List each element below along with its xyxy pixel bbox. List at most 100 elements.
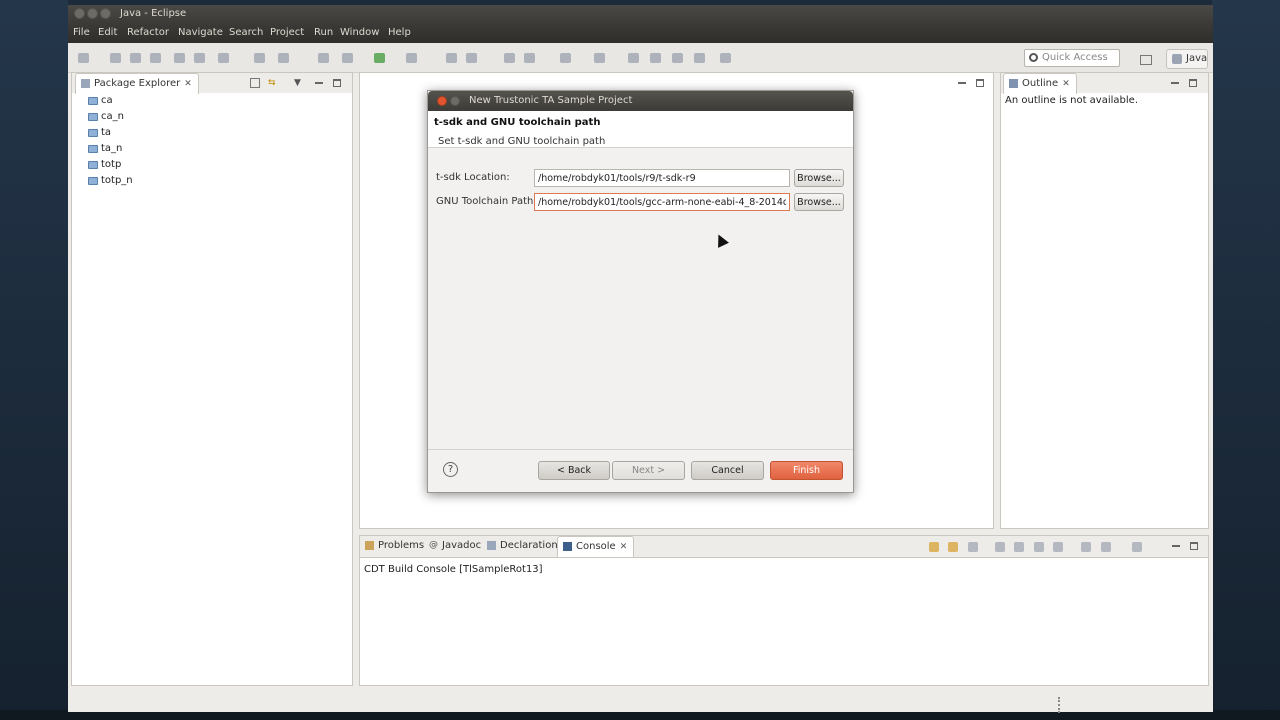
tree-item-ta[interactable]: ta (88, 127, 133, 143)
help-icon[interactable]: ? (443, 462, 458, 477)
close-tab-icon[interactable]: ✕ (184, 79, 192, 89)
menu-help[interactable]: Help (388, 27, 411, 38)
menu-search[interactable]: Search (229, 27, 263, 38)
outline-message: An outline is not available. (1005, 95, 1138, 106)
refresh-icon[interactable] (278, 53, 289, 63)
maximize-window-button[interactable] (100, 8, 111, 19)
quick-access-field[interactable]: Quick Access (1024, 49, 1120, 67)
tab-javadoc[interactable]: @ Javadoc (424, 536, 487, 557)
tab-outline[interactable]: Outline ✕ (1003, 73, 1077, 94)
back-button[interactable]: < Back (538, 461, 610, 480)
project-label: totp_n (101, 175, 133, 186)
save-all-icon[interactable] (130, 53, 141, 63)
last-edit-icon[interactable] (672, 53, 683, 63)
display-selected-icon[interactable] (1053, 542, 1063, 552)
open-console-icon[interactable] (1081, 542, 1091, 552)
menu-project[interactable]: Project (270, 27, 304, 38)
java-perspective-button[interactable]: Java (1166, 49, 1208, 69)
print-icon[interactable] (150, 53, 161, 63)
project-label: ca (101, 95, 113, 106)
close-tab-icon[interactable]: ✕ (1062, 79, 1070, 89)
cancel-button[interactable]: Cancel (691, 461, 764, 480)
open-task-icon[interactable] (466, 53, 477, 63)
minimize-window-button[interactable] (87, 8, 98, 19)
open-perspective-icon[interactable] (1140, 55, 1152, 65)
collapse-all-icon[interactable] (250, 78, 260, 88)
dialog-close-button[interactable] (437, 96, 447, 106)
menu-file[interactable]: File (73, 27, 90, 38)
menu-navigate[interactable]: Navigate (178, 27, 223, 38)
tab-declaration[interactable]: Declaration (482, 536, 564, 557)
menu-edit[interactable]: Edit (98, 27, 117, 38)
project-folder-icon (88, 97, 98, 105)
console-icon (563, 542, 572, 551)
package-explorer-header: Package Explorer ✕ ⇆ ▼ (72, 73, 352, 94)
minimize-icon[interactable] (1171, 81, 1179, 84)
quick-access-placeholder: Quick Access (1042, 52, 1108, 63)
view-menu-icon[interactable]: ▼ (294, 78, 301, 88)
tsdk-location-input[interactable] (534, 169, 790, 187)
menu-refactor[interactable]: Refactor (127, 27, 169, 38)
build-icon[interactable] (174, 53, 185, 63)
window-titlebar: Java - Eclipse (68, 5, 1213, 23)
menu-window[interactable]: Window (340, 27, 379, 38)
tree-item-ca-n[interactable]: ca_n (88, 111, 133, 127)
search-icon[interactable] (318, 53, 329, 63)
debug-icon[interactable] (342, 53, 353, 63)
new-console-icon[interactable] (1101, 542, 1111, 552)
gnu-toolchain-input[interactable] (534, 193, 790, 211)
next-annotation-icon[interactable] (594, 53, 605, 63)
next-button[interactable]: Next > (612, 461, 685, 480)
maximize-icon[interactable] (1189, 78, 1197, 87)
tab-package-explorer[interactable]: Package Explorer ✕ (75, 73, 199, 94)
tree-item-totp-n[interactable]: totp_n (88, 175, 133, 191)
save-icon[interactable] (110, 53, 121, 63)
console-header: Problems @ Javadoc Declaration Console ✕ (360, 536, 1208, 558)
minimize-icon[interactable] (315, 81, 323, 84)
new-class-icon[interactable] (254, 53, 265, 63)
maximize-icon[interactable] (1190, 541, 1198, 550)
build-all-icon[interactable] (194, 53, 205, 63)
dialog-titlebar: New Trustonic TA Sample Project (428, 91, 853, 111)
open-type-icon[interactable] (446, 53, 457, 63)
tsdk-browse-button[interactable]: Browse... (794, 169, 844, 187)
tree-item-ca[interactable]: ca (88, 95, 133, 111)
close-tab-icon[interactable]: ✕ (620, 542, 628, 552)
menu-bar: File Edit Refactor Navigate Search Proje… (68, 23, 1213, 43)
checkbox-icon[interactable] (218, 53, 229, 63)
tree-item-totp[interactable]: totp (88, 159, 133, 175)
link-with-editor-icon[interactable]: ⇆ (268, 78, 276, 88)
dialog-minimize-button[interactable] (450, 96, 460, 106)
edit-icon[interactable] (524, 53, 535, 63)
maximize-icon[interactable] (333, 78, 341, 87)
external-tools-icon[interactable] (406, 53, 417, 63)
toggle-mark-icon[interactable] (560, 53, 571, 63)
minimize-icon[interactable] (1172, 544, 1180, 547)
word-wrap-icon[interactable] (1034, 542, 1044, 552)
maximize-icon[interactable] (976, 78, 984, 87)
pin-console-icon[interactable] (1014, 542, 1024, 552)
run-icon[interactable] (374, 53, 385, 63)
pin-icon[interactable] (694, 53, 705, 63)
tab-console[interactable]: Console ✕ (557, 536, 635, 557)
search-icon (1029, 53, 1038, 62)
toolbar-extra-icon[interactable] (720, 53, 731, 63)
clear-console-icon[interactable] (995, 542, 1005, 552)
tree-item-ta-n[interactable]: ta_n (88, 143, 133, 159)
minimize-icon[interactable] (958, 81, 966, 84)
desktop-background-left (0, 0, 68, 720)
tab-problems[interactable]: Problems (360, 536, 430, 557)
scroll-up-icon[interactable] (948, 542, 958, 552)
finish-button[interactable]: Finish (770, 461, 843, 480)
view-menu-icon[interactable] (1132, 542, 1142, 552)
scroll-lock-icon[interactable] (968, 542, 978, 552)
menu-run[interactable]: Run (314, 27, 333, 38)
forward-icon[interactable] (650, 53, 661, 63)
new-icon[interactable] (78, 53, 89, 63)
scroll-down-icon[interactable] (929, 542, 939, 552)
close-window-button[interactable] (74, 8, 85, 19)
back-icon[interactable] (628, 53, 639, 63)
gnu-browse-button[interactable]: Browse... (794, 193, 844, 211)
open-folder-icon[interactable] (504, 53, 515, 63)
project-label: ta_n (101, 143, 123, 154)
